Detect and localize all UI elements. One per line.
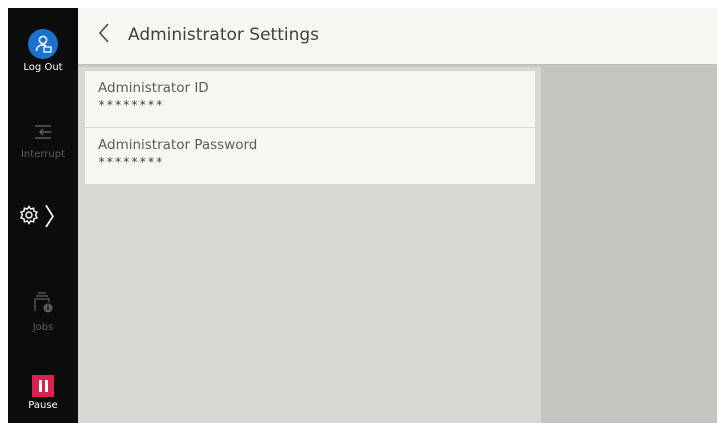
interrupt-button[interactable]: Interrupt (8, 120, 78, 160)
screen: Log Out Interrupt 〉 Jobs Pause Administr… (0, 0, 717, 423)
back-button[interactable] (92, 20, 116, 50)
chevron-right-icon: 〉 (44, 203, 68, 231)
user-logout-icon (28, 29, 58, 59)
pause-label: Pause (28, 400, 58, 411)
header-bar: Administrator Settings (78, 8, 717, 65)
settings-list: Administrator ID ******** Administrator … (85, 71, 535, 184)
jobs-button[interactable]: Jobs (8, 291, 78, 333)
logout-button[interactable]: Log Out (8, 29, 78, 73)
list-item-value: ******** (98, 155, 164, 169)
list-item-value: ******** (98, 98, 164, 112)
list-item-label: Administrator ID (98, 80, 209, 96)
jobs-icon (32, 291, 54, 319)
administrator-id-item[interactable]: Administrator ID ******** (85, 71, 535, 127)
administrator-password-item[interactable]: Administrator Password ******** (85, 128, 535, 184)
page-title: Administrator Settings (128, 25, 320, 45)
sidebar: Log Out Interrupt 〉 Jobs Pause (8, 8, 78, 423)
jobs-label: Jobs (32, 322, 54, 333)
pause-icon (32, 375, 54, 397)
pause-bar (38, 380, 42, 392)
back-chevron-icon (97, 22, 111, 48)
gear-icon (18, 204, 40, 230)
settings-button[interactable]: 〉 (8, 204, 78, 230)
right-panel (541, 67, 717, 423)
interrupt-icon (32, 120, 54, 146)
pause-bar (44, 380, 48, 392)
pause-button[interactable]: Pause (8, 375, 78, 411)
list-item-label: Administrator Password (98, 137, 258, 153)
interrupt-label: Interrupt (20, 149, 65, 160)
logout-label: Log Out (23, 62, 63, 73)
